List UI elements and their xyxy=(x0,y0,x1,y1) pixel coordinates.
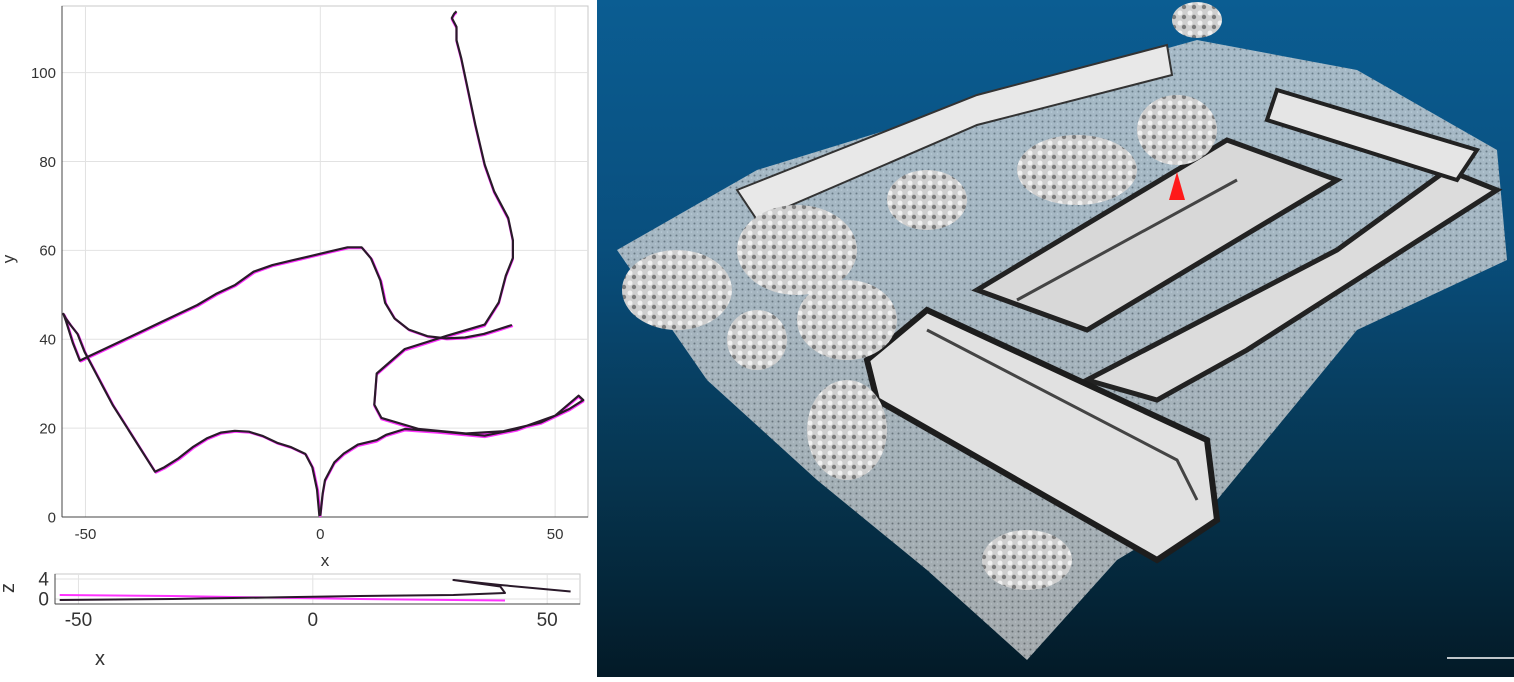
xy-trajectory-plot: -50 0 50 0 20 40 60 80 100 x y xyxy=(0,5,589,570)
y-axis-label: y xyxy=(0,254,18,263)
point-cloud-map xyxy=(597,0,1514,677)
tree-cluster xyxy=(1172,2,1222,38)
point-cloud-render xyxy=(617,2,1514,660)
tree-cluster xyxy=(727,310,787,370)
plot-area xyxy=(61,5,589,518)
x-tick-label: 50 xyxy=(537,610,558,631)
tree-cluster xyxy=(982,530,1072,590)
x-tick-label: -50 xyxy=(65,610,92,631)
y-tick-label: 20 xyxy=(39,420,56,437)
y-tick-label: 80 xyxy=(39,154,56,171)
y-tick-label: 4 xyxy=(38,570,49,591)
tree-cluster xyxy=(1017,135,1137,205)
y-axis-label: z xyxy=(0,583,19,593)
x-axis-label: x xyxy=(95,648,105,670)
x-tick-label: 0 xyxy=(308,610,319,631)
tree-cluster xyxy=(797,280,897,360)
tree-cluster xyxy=(622,250,732,330)
y-tick-label: 100 xyxy=(31,65,56,82)
y-tick-label: 60 xyxy=(39,243,56,260)
x-tick-label: -50 xyxy=(75,526,97,543)
y-tick-label: 0 xyxy=(38,590,49,611)
tree-cluster xyxy=(1137,95,1217,165)
tree-cluster xyxy=(887,170,967,230)
x-tick-label: 0 xyxy=(316,526,324,543)
xz-trajectory-plot: -5005004xz xyxy=(0,570,581,670)
y-tick-label: 40 xyxy=(39,332,56,349)
y-tick-label: 0 xyxy=(48,509,56,526)
x-axis-label: x xyxy=(321,551,330,570)
x-tick-label: 50 xyxy=(547,526,564,543)
tree-cluster xyxy=(807,380,887,480)
trajectory-plots: -50050020406080100xy -5005004xz xyxy=(0,0,597,677)
